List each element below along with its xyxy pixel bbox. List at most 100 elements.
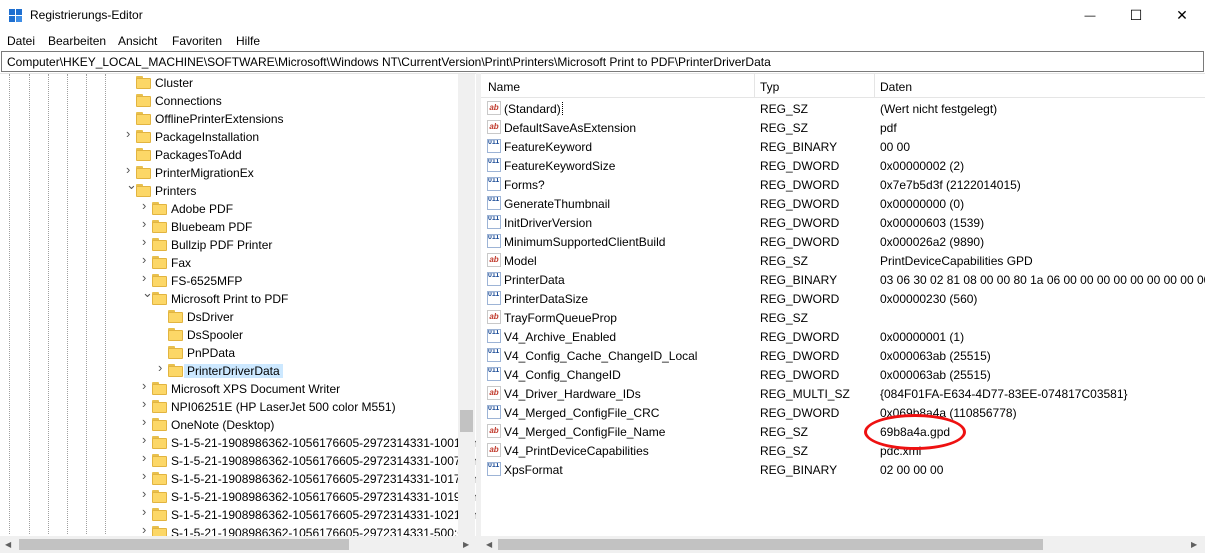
chevron-right-icon[interactable]: › xyxy=(142,199,151,212)
tree-item[interactable]: ⌄ Printers xyxy=(0,178,460,200)
tree-item[interactable]: DsSpooler xyxy=(0,326,460,344)
tree-item[interactable]: › NPI06251E (HP LaserJet 500 color M551) xyxy=(0,397,460,416)
tree-item[interactable]: › PackageInstallation xyxy=(0,127,460,146)
list-row[interactable]: ab V4_Merged_ConfigFile_Name REG_SZ 69b8a4a… xyxy=(481,422,1205,441)
tree-item-label: OfflinePrinterExtensions xyxy=(155,112,284,126)
list-row[interactable]: 011 110V4_Archive_Enabled REG_DWORD 0x0000… xyxy=(481,327,1205,346)
chevron-right-icon[interactable]: › xyxy=(158,361,167,374)
chevron-down-icon[interactable]: ⌄ xyxy=(142,286,153,299)
chevron-right-icon[interactable]: › xyxy=(142,253,151,266)
tree-item[interactable]: Cluster xyxy=(0,74,460,92)
tree-item[interactable]: › PrinterMigrationEx xyxy=(0,163,460,182)
tree-item[interactable]: PnPData xyxy=(0,344,460,362)
list-row[interactable]: 011 110XpsFormat REG_BINARY 02 00 00 00 xyxy=(481,460,1205,479)
scroll-left-icon[interactable]: ◀ xyxy=(5,540,11,549)
tree-item[interactable]: › S-1-5-21-1908986362-1056176605-29723143… xyxy=(0,469,476,488)
column-header-name[interactable]: Name xyxy=(488,80,520,94)
scroll-right-icon[interactable]: ▶ xyxy=(1191,540,1197,549)
list-horizontal-scrollbar[interactable]: ◀ ▶ xyxy=(481,536,1205,553)
list-row[interactable]: 011 110V4_Merged_ConfigFile_CRC REG_DWORD… xyxy=(481,403,1205,422)
title-bar: Registrierungs-Editor — ☐ ✕ xyxy=(0,0,1205,31)
list-row[interactable]: 011 110FeatureKeyword REG_BINARY 00 00 xyxy=(481,137,1205,156)
tree-vertical-scroll-thumb[interactable] xyxy=(460,410,473,432)
list-row[interactable]: ab DefaultSaveAsExtension REG_SZ pdf xyxy=(481,118,1205,137)
list-row[interactable]: 011 110GenerateThumbnail REG_DWORD 0x00000… xyxy=(481,194,1205,213)
list-row[interactable]: 011 110V4_Config_ChangeID REG_DWORD 0x0000… xyxy=(481,365,1205,384)
column-header-data[interactable]: Daten xyxy=(880,80,912,94)
value-data: 0x00000230 (560) xyxy=(880,292,978,306)
tree-item[interactable]: › FS-6525MFP xyxy=(0,271,460,290)
menu-hilfe[interactable]: Hilfe xyxy=(236,34,260,48)
tree-item[interactable]: › Adobe PDF xyxy=(0,199,460,218)
list-row[interactable]: 011 110PrinterDataSize REG_DWORD 0x0000023… xyxy=(481,289,1205,308)
tree-item[interactable]: › S-1-5-21-1908986362-1056176605-29723143… xyxy=(0,487,476,506)
value-name-text: Model xyxy=(504,254,537,268)
tree-item[interactable]: › Bluebeam PDF xyxy=(0,217,460,236)
tree-item[interactable]: › Fax xyxy=(0,253,460,272)
menu-bearbeiten[interactable]: Bearbeiten xyxy=(48,34,106,48)
value-list[interactable]: Name Typ Daten ab (Standard) REG_SZ (Wert n… xyxy=(481,73,1205,553)
chevron-right-icon[interactable]: › xyxy=(142,487,151,500)
chevron-right-icon[interactable]: › xyxy=(142,397,151,410)
close-icon: ✕ xyxy=(1176,7,1188,23)
list-row[interactable]: ab (Standard) REG_SZ (Wert nicht festgelegt… xyxy=(481,99,1205,118)
tree-horizontal-scrollbar[interactable]: ◀ ▶ xyxy=(0,536,476,553)
address-bar[interactable]: Computer\HKEY_LOCAL_MACHINE\SOFTWARE\Mic… xyxy=(1,51,1204,72)
value-name: FeatureKeyword xyxy=(504,140,754,154)
value-data: pdf xyxy=(880,121,897,135)
tree-horizontal-scroll-thumb[interactable] xyxy=(19,539,349,550)
list-row[interactable]: ab V4_PrintDeviceCapabilities REG_SZ pdc.xm… xyxy=(481,441,1205,460)
list-row[interactable]: ab TrayFormQueueProp REG_SZ xyxy=(481,308,1205,327)
list-row[interactable]: 011 110FeatureKeywordSize REG_DWORD 0x0000… xyxy=(481,156,1205,175)
column-divider[interactable] xyxy=(754,74,755,98)
column-header-type[interactable]: Typ xyxy=(760,80,779,94)
tree-item[interactable]: › PrinterDriverData xyxy=(0,361,460,380)
list-horizontal-scroll-thumb[interactable] xyxy=(498,539,1043,550)
chevron-right-icon[interactable]: › xyxy=(142,271,151,284)
list-row[interactable]: ab V4_Driver_Hardware_IDs REG_MULTI_SZ {084… xyxy=(481,384,1205,403)
chevron-right-icon[interactable]: › xyxy=(142,433,151,446)
chevron-right-icon[interactable]: › xyxy=(142,415,151,428)
value-name-text: V4_Archive_Enabled xyxy=(504,330,617,344)
chevron-right-icon[interactable]: › xyxy=(142,217,151,230)
list-row[interactable]: 011 110MinimumSupportedClientBuild REG_DW… xyxy=(481,232,1205,251)
value-name-text: FeatureKeyword xyxy=(504,140,593,154)
tree-item[interactable]: Connections xyxy=(0,92,460,110)
tree-item[interactable]: PackagesToAdd xyxy=(0,146,460,164)
tree-item[interactable]: ⌄ Microsoft Print to PDF xyxy=(0,286,460,308)
tree-item[interactable]: › S-1-5-21-1908986362-1056176605-29723143… xyxy=(0,451,476,470)
value-name-text: V4_Config_ChangeID xyxy=(504,368,621,382)
menu-ansicht[interactable]: Ansicht xyxy=(118,34,157,48)
chevron-right-icon[interactable]: › xyxy=(142,505,151,518)
chevron-right-icon[interactable]: › xyxy=(126,127,135,140)
tree-item[interactable]: › Microsoft XPS Document Writer xyxy=(0,379,460,398)
menu-favoriten[interactable]: Favoriten xyxy=(172,34,222,48)
key-tree[interactable]: Cluster Connections OfflinePrinterExtensio… xyxy=(0,73,476,553)
list-row[interactable]: ab Model REG_SZ PrintDeviceCapabilities GPD xyxy=(481,251,1205,270)
column-divider[interactable] xyxy=(874,74,875,98)
list-row[interactable]: 011 110PrinterData REG_BINARY 03 06 30 02 … xyxy=(481,270,1205,289)
list-row[interactable]: 011 110Forms? REG_DWORD 0x7e7b5d3f (212201… xyxy=(481,175,1205,194)
list-row[interactable]: 011 110InitDriverVersion REG_DWORD 0x00000… xyxy=(481,213,1205,232)
chevron-right-icon[interactable]: › xyxy=(142,235,151,248)
chevron-down-icon[interactable]: ⌄ xyxy=(126,178,137,191)
scroll-right-icon[interactable]: ▶ xyxy=(463,540,469,549)
maximize-button[interactable]: ☐ xyxy=(1113,0,1159,31)
chevron-right-icon[interactable]: › xyxy=(142,451,151,464)
tree-item[interactable]: › Bullzip PDF Printer xyxy=(0,235,460,254)
menu-datei[interactable]: Datei xyxy=(7,34,35,48)
chevron-right-icon[interactable]: › xyxy=(142,469,151,482)
chevron-right-icon[interactable]: › xyxy=(142,379,151,392)
tree-item[interactable]: › OneNote (Desktop) xyxy=(0,415,460,434)
minimize-button[interactable]: — xyxy=(1067,0,1113,31)
tree-item[interactable]: DsDriver xyxy=(0,308,460,326)
close-button[interactable]: ✕ xyxy=(1159,0,1205,31)
tree-vertical-scrollbar[interactable] xyxy=(458,74,475,536)
list-row[interactable]: 011 110V4_Config_Cache_ChangeID_Local REG… xyxy=(481,346,1205,365)
chevron-right-icon[interactable]: › xyxy=(126,163,135,176)
chevron-right-icon[interactable]: › xyxy=(142,523,151,536)
tree-item[interactable]: OfflinePrinterExtensions xyxy=(0,110,460,128)
scroll-left-icon[interactable]: ◀ xyxy=(486,540,492,549)
tree-item[interactable]: › S-1-5-21-1908986362-1056176605-29723143… xyxy=(0,433,476,452)
tree-item[interactable]: › S-1-5-21-1908986362-1056176605-29723143… xyxy=(0,505,476,524)
